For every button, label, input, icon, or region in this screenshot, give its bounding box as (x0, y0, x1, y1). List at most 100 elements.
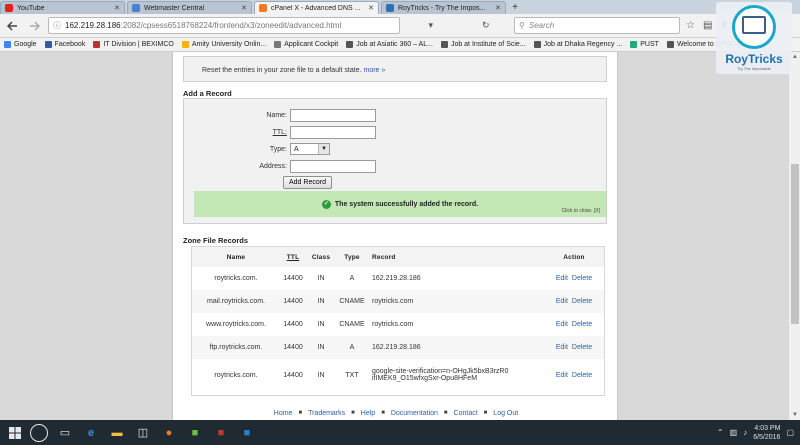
system-tray: ⌃ ▥ ♪ 4:03 PM 6/5/2016 ▢ (717, 420, 794, 445)
cell-name: roytricks.com. (214, 371, 258, 379)
header-ttl: TTL (280, 247, 306, 267)
close-message-link[interactable]: Click to close. [X] (562, 208, 600, 214)
tab-favicon-icon (5, 4, 13, 12)
ttl-input[interactable] (290, 126, 376, 139)
forward-button[interactable] (25, 17, 43, 35)
windows-taskbar: ▭ e ▬ ◫ ● ■ ■ ■ ⌃ ▥ ♪ 4:03 PM 6/5/2016 ▢ (0, 420, 800, 445)
bookmark-label: Job at Institute of Scie... (450, 41, 526, 48)
close-tab-icon[interactable]: ✕ (114, 4, 120, 12)
bookmark-favicon-icon (274, 41, 282, 48)
notifications-icon[interactable]: ▢ (786, 428, 794, 437)
edge-icon[interactable]: e (80, 422, 102, 444)
browser-tab[interactable]: YouTube ✕ (0, 1, 125, 14)
vertical-scrollbar[interactable]: ▲ ▼ (788, 52, 800, 420)
add-record-button[interactable]: Add Record (283, 176, 332, 189)
file-explorer-icon[interactable]: ▬ (106, 422, 128, 444)
browser-tab[interactable]: cPanel X - Advanced DNS ... ✕ (254, 1, 379, 14)
type-select[interactable]: A ▼ (290, 143, 330, 155)
type-value: A (294, 145, 299, 153)
record-line: roytricks.com (372, 321, 414, 328)
edit-link[interactable]: Edit (556, 275, 568, 282)
bookmark-item[interactable]: Job at Asiatic 360 – AL... (346, 41, 433, 48)
store-icon[interactable]: ◫ (132, 422, 154, 444)
table-row: ftp.roytricks.com. 14400 IN A 162.219.28.186… (192, 336, 604, 359)
table-header-row: Name TTL Class Type Record Action (192, 247, 604, 267)
scroll-thumb[interactable] (791, 164, 799, 324)
delete-link[interactable]: Delete (572, 372, 592, 379)
delete-link[interactable]: Delete (572, 275, 592, 282)
edit-link[interactable]: Edit (556, 344, 568, 351)
cell-ttl: 14400 (283, 275, 303, 282)
tab-label: cPanel X - Advanced DNS ... (271, 4, 361, 12)
close-tab-icon[interactable]: ✕ (241, 4, 247, 12)
firefox-icon[interactable]: ● (158, 422, 180, 444)
reading-list-icon[interactable]: ▤ (703, 20, 712, 31)
cell-class: IN (317, 275, 325, 282)
bookmark-label: IT Division | BEXIMCO (103, 41, 174, 48)
cell-action: Edit Delete (544, 313, 604, 336)
address-bar-actions: ▾ ↻ (404, 20, 514, 31)
dropdown-icon[interactable]: ▾ (428, 20, 433, 31)
bookmark-star-icon[interactable]: ☆ (686, 20, 695, 31)
cell-record: roytricks.com (368, 290, 544, 313)
scroll-down-icon[interactable]: ▼ (789, 410, 800, 420)
close-tab-icon[interactable]: ✕ (368, 4, 374, 12)
cell-ttl: 14400 (283, 371, 303, 379)
bookmark-label: Job at Asiatic 360 – AL... (356, 41, 433, 48)
new-tab-button[interactable]: + (508, 2, 522, 14)
name-row: Name: (184, 109, 434, 122)
network-icon[interactable]: ▥ (730, 428, 738, 437)
footer-link[interactable]: Help (361, 410, 375, 417)
footer-link[interactable]: Trademarks (308, 410, 345, 417)
bookmark-item[interactable]: Facebook (44, 41, 85, 48)
bookmark-item[interactable]: Google (4, 41, 37, 48)
search-input[interactable]: ⚲ Search (514, 17, 680, 34)
footer-link[interactable]: Contact (454, 410, 478, 417)
bookmark-favicon-icon (630, 41, 638, 48)
footer-link[interactable]: Home (274, 410, 293, 417)
address-input[interactable] (290, 160, 376, 173)
footer-link[interactable]: Log Out (493, 410, 518, 417)
bookmark-item[interactable]: Amity University Onlin... (181, 41, 266, 48)
table-row: roytricks.com. 14400 IN TXT google-site-veri… (192, 359, 604, 391)
delete-link[interactable]: Delete (572, 344, 592, 351)
browser-tab[interactable]: Webmaster Central ✕ (127, 1, 252, 14)
tray-up-icon[interactable]: ⌃ (717, 428, 724, 437)
delete-link[interactable]: Delete (572, 298, 592, 305)
footer-link[interactable]: Documentation (391, 410, 438, 417)
reload-icon[interactable]: ↻ (482, 20, 490, 31)
record-line: google-site-verification=n-OHgJk5bxB3rzR… (372, 368, 509, 375)
app-red-icon[interactable]: ■ (210, 422, 232, 444)
bookmark-label: PUST (640, 41, 659, 48)
close-tab-icon[interactable]: ✕ (495, 4, 501, 12)
more-link[interactable]: more » (364, 67, 386, 74)
record-line-2: ifIMEK9_O15wfxgSxr-Opu8HFeM (372, 375, 478, 382)
task-view-icon[interactable]: ▭ (54, 422, 76, 444)
volume-icon[interactable]: ♪ (743, 428, 747, 437)
bookmark-favicon-icon (181, 41, 189, 48)
bookmark-item[interactable]: Applicant Cockpit (274, 41, 338, 48)
delete-link[interactable]: Delete (572, 321, 592, 328)
success-text: The system successfully added the record… (334, 200, 479, 208)
address-bar[interactable]: ⓘ 162.219.28.186:2082/cpsess6518768224/f… (48, 17, 400, 34)
back-button[interactable] (4, 17, 22, 35)
edit-link[interactable]: Edit (556, 372, 568, 379)
cell-name: mail.roytricks.com. (192, 290, 280, 313)
bookmark-favicon-icon (4, 41, 11, 48)
bookmark-item[interactable]: Job at Institute of Scie... (440, 41, 526, 48)
app-green-icon[interactable]: ■ (184, 422, 206, 444)
bookmark-item[interactable]: IT Division | BEXIMCO (93, 41, 174, 48)
bookmark-item[interactable]: PUST (630, 41, 659, 48)
zone-records-table: Name TTL Class Type Record Action roytri… (192, 247, 604, 391)
app-blue-icon[interactable]: ■ (236, 422, 258, 444)
bookmark-item[interactable]: Job at Dhaka Regency ... (533, 41, 622, 48)
browser-tab[interactable]: RoyTricks - Try The Impos... ✕ (381, 1, 506, 14)
cortana-search-icon[interactable] (30, 423, 48, 442)
success-message: ✓ The system successfully added the reco… (194, 191, 606, 217)
clock[interactable]: 4:03 PM 6/5/2016 (753, 424, 780, 442)
edit-link[interactable]: Edit (556, 298, 568, 305)
edit-link[interactable]: Edit (556, 321, 568, 328)
name-input[interactable] (290, 109, 376, 122)
cpanel-content: Reset the entries in your zone file to a… (172, 52, 618, 420)
start-button[interactable] (4, 422, 26, 444)
